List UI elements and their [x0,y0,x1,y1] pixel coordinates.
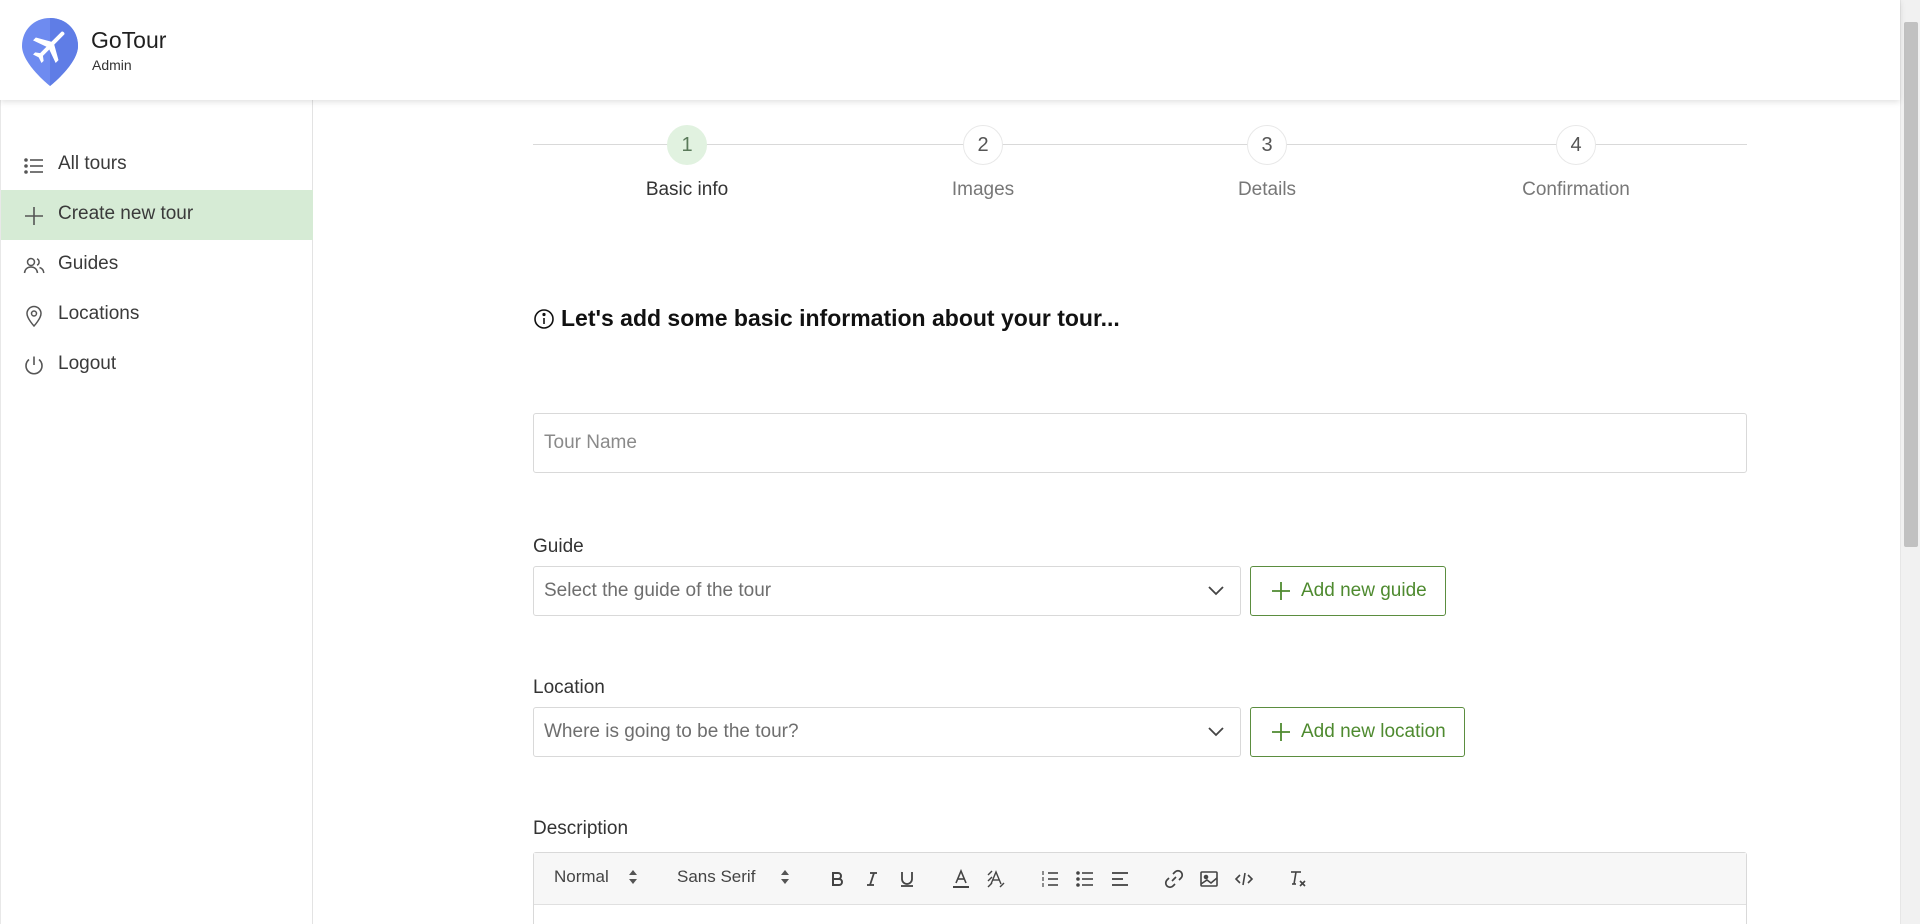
underline-button[interactable] [895,867,919,891]
align-left-icon [1112,872,1128,886]
sidebar-item-label: Locations [58,303,140,324]
link-icon [1164,869,1184,889]
description-editor[interactable]: Normal Sans Serif [533,852,1747,924]
font-select[interactable]: Sans Serif [677,867,791,887]
step-4-label: Confirmation [1522,179,1630,200]
italic-button[interactable] [860,867,884,891]
background-color-button[interactable] [984,867,1008,891]
step-2-indicator[interactable]: 2 [963,125,1003,165]
map-pin-icon [26,305,42,327]
step-1-indicator[interactable]: 1 [667,125,707,165]
font-select-value: Sans Serif [677,867,756,886]
clear-format-icon [1291,871,1306,887]
app-title: GoTour [91,27,167,53]
plus-icon [1272,582,1290,600]
airplane-pin-icon[interactable] [20,16,80,88]
description-label: Description [533,818,629,839]
format-select[interactable]: Normal [554,867,639,887]
sidebar-item-create-new-tour[interactable]: Create new tour [1,190,313,240]
add-new-location-label: Add new location [1301,721,1446,742]
bullet-list-icon [1076,871,1093,887]
sidebar-item-all-tours[interactable]: All tours [1,140,313,190]
sidebar-item-label: Create new tour [58,203,194,224]
sidebar: All tours Create new tour Guides Locatio… [0,100,313,924]
ordered-list-icon [1042,871,1058,887]
sidebar-item-guides[interactable]: Guides [1,240,313,290]
code-icon [1234,872,1254,886]
add-new-location-button[interactable]: Add new location [1250,707,1465,757]
sidebar-item-label: Logout [58,353,117,374]
location-select-placeholder: Where is going to be the tour? [544,721,799,742]
select-arrows-icon [628,870,637,884]
app-subtitle: Admin [92,57,132,73]
step-4-indicator[interactable]: 4 [1556,125,1596,165]
tour-name-input[interactable] [533,413,1747,473]
bold-icon [832,872,843,886]
editor-toolbar: Normal Sans Serif [534,853,1746,905]
code-button[interactable] [1232,867,1256,891]
text-color-icon [953,869,969,888]
scrollbar-thumb[interactable] [1904,22,1918,547]
app-header: GoTour Admin [0,0,1900,100]
text-color-button[interactable] [949,867,973,891]
location-label: Location [533,677,605,698]
page-scrollbar[interactable] [1900,0,1920,924]
italic-icon [867,872,877,886]
highlight-icon [987,870,1005,888]
underline-icon [901,872,913,887]
power-icon [25,356,43,375]
step-1-label: Basic info [645,179,729,200]
select-arrows-icon [781,870,790,884]
add-new-guide-label: Add new guide [1301,580,1427,601]
add-new-guide-button[interactable]: Add new guide [1250,566,1446,616]
clear-format-button[interactable] [1286,867,1310,891]
form-intro: Let's add some basic information about y… [533,305,1120,332]
guide-label: Guide [533,536,584,557]
info-icon [534,308,554,329]
form-intro-text: Let's add some basic information about y… [561,305,1120,331]
image-icon [1200,871,1218,887]
format-select-value: Normal [554,867,609,886]
align-button[interactable] [1108,867,1132,891]
sidebar-item-locations[interactable]: Locations [1,290,313,340]
bold-button[interactable] [825,867,849,891]
plus-icon [25,207,43,225]
users-icon [23,257,45,274]
sidebar-item-label: All tours [58,153,127,174]
plus-icon [1272,723,1290,741]
list-icon [24,158,43,174]
sidebar-item-label: Guides [58,253,119,274]
location-select[interactable]: Where is going to be the tour? [533,707,1241,757]
step-3-indicator[interactable]: 3 [1247,125,1287,165]
step-2-label: Images [951,179,1015,200]
chevron-down-icon [1208,586,1224,596]
guide-select[interactable]: Select the guide of the tour [533,566,1241,616]
image-button[interactable] [1197,867,1221,891]
sidebar-item-logout[interactable]: Logout [1,340,313,390]
guide-select-placeholder: Select the guide of the tour [544,580,772,601]
step-3-label: Details [1237,179,1297,200]
link-button[interactable] [1162,867,1186,891]
chevron-down-icon [1208,727,1224,737]
bullet-list-button[interactable] [1073,867,1097,891]
ordered-list-button[interactable] [1038,867,1062,891]
